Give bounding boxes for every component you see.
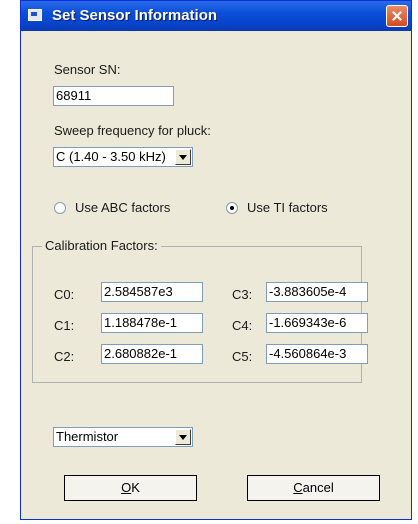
ok-label-rest: K: [131, 480, 140, 495]
c4-label: C4:: [232, 318, 253, 333]
abc-factors-radio[interactable]: [54, 202, 66, 214]
calibration-group-title: Calibration Factors:: [42, 238, 161, 253]
window-icon: [28, 9, 42, 21]
close-button[interactable]: [386, 5, 408, 27]
sensor-type-select[interactable]: Thermistor: [53, 427, 193, 447]
c5-input[interactable]: -4.560864e-3: [266, 344, 368, 364]
sensor-sn-label: Sensor SN:: [54, 62, 121, 77]
c1-label: C1:: [54, 318, 75, 333]
window-title: Set Sensor Information: [52, 7, 218, 24]
c5-label: C5:: [232, 349, 253, 364]
c4-input[interactable]: -1.669343e-6: [266, 313, 368, 333]
ok-button[interactable]: OK: [64, 475, 197, 501]
c1-input[interactable]: 1.188478e-1: [101, 313, 203, 333]
ti-factors-label[interactable]: Use TI factors: [247, 200, 328, 215]
cancel-label-rest: ancel: [302, 480, 334, 495]
sensor-type-dropdown-arrow-icon[interactable]: [175, 429, 191, 445]
sensor-sn-input[interactable]: 68911: [53, 86, 174, 106]
ok-mnemonic: O: [121, 480, 132, 495]
sensor-type-value: Thermistor: [56, 429, 119, 444]
cancel-mnemonic: C: [293, 480, 303, 495]
c0-label: C0:: [54, 287, 75, 302]
sweep-dropdown-arrow-icon[interactable]: [175, 149, 191, 165]
sweep-frequency-value: C (1.40 - 3.50 kHz): [56, 149, 166, 164]
c3-input[interactable]: -3.883605e-4: [266, 282, 368, 302]
cancel-button[interactable]: Cancel: [247, 475, 380, 501]
sweep-frequency-select[interactable]: C (1.40 - 3.50 kHz): [53, 147, 193, 167]
c2-label: C2:: [54, 349, 75, 364]
ti-factors-radio[interactable]: [226, 202, 238, 214]
c0-input[interactable]: 2.584587e3: [101, 282, 203, 302]
abc-factors-label[interactable]: Use ABC factors: [75, 200, 170, 215]
sweep-frequency-label: Sweep frequency for pluck:: [54, 123, 211, 138]
title-bar[interactable]: Set Sensor Information: [21, 1, 411, 31]
c3-label: C3:: [232, 287, 253, 302]
c2-input[interactable]: 2.680882e-1: [101, 344, 203, 364]
